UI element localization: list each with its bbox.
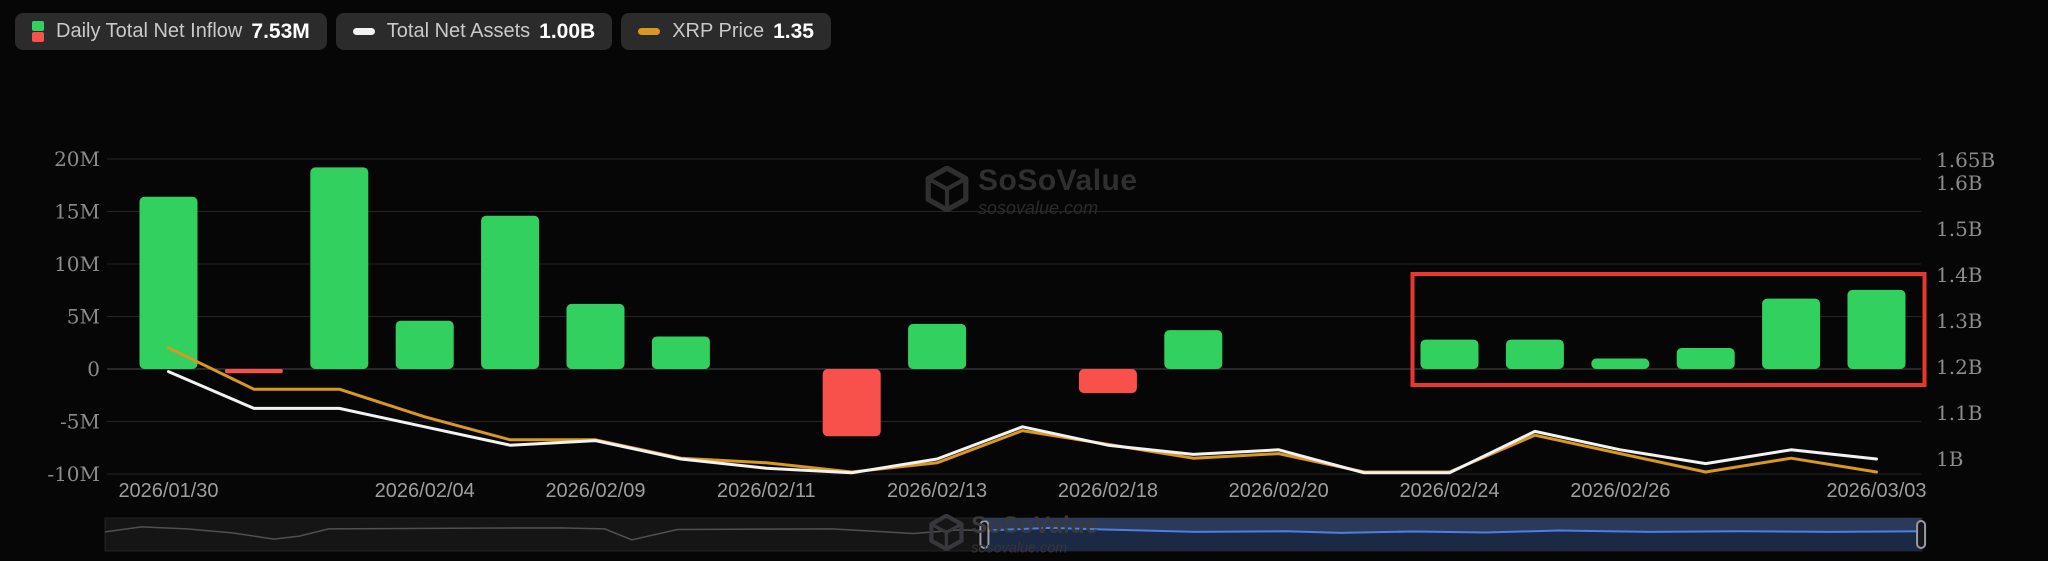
inflow-bar-negative[interactable]	[225, 369, 283, 373]
x-axis-tick: 2026/02/11	[717, 480, 816, 502]
legend-item-xrp-price[interactable]: XRP Price 1.35	[621, 13, 831, 50]
inflow-bar-positive[interactable]	[1164, 330, 1222, 369]
y-axis-tick-right: 1.3B	[1936, 309, 1983, 333]
y-axis-tick-right: 1.1B	[1936, 401, 1983, 425]
y-axis-tick-right: 1.6B	[1936, 171, 1983, 195]
inflow-bar-positive[interactable]	[1848, 290, 1906, 369]
navigator-handle-left[interactable]	[980, 521, 988, 548]
y-axis-tick-left: 0	[87, 357, 100, 381]
legend-item-daily-net-inflow[interactable]: Daily Total Net Inflow 7.53M	[15, 13, 327, 50]
inflow-bar-positive[interactable]	[1421, 340, 1479, 369]
y-axis-tick-left: 20M	[54, 147, 100, 171]
x-axis-tick: 2026/02/20	[1229, 480, 1329, 502]
chart-legend: Daily Total Net Inflow 7.53M Total Net A…	[15, 13, 831, 50]
y-axis-tick-right: 1.2B	[1936, 355, 1983, 379]
inflow-bar-positive[interactable]	[1506, 340, 1564, 369]
inflow-bar-positive[interactable]	[1677, 348, 1735, 369]
inflow-bar-positive[interactable]	[652, 336, 710, 369]
y-axis-tick-right: 1.5B	[1936, 217, 1983, 241]
legend-item-total-net-assets[interactable]: Total Net Assets 1.00B	[336, 13, 612, 50]
price-dash-icon	[638, 28, 660, 35]
legend-label: Total Net Assets	[387, 20, 530, 43]
xrp-etf-flow-chart-page: Daily Total Net Inflow 7.53M Total Net A…	[0, 0, 2048, 561]
inflow-bar-positive[interactable]	[310, 167, 368, 369]
inflow-bar-positive[interactable]	[1762, 299, 1820, 369]
x-axis-tick: 2026/02/26	[1570, 480, 1670, 502]
x-axis-tick: 2026/01/30	[118, 480, 218, 502]
x-axis-tick: 2026/02/13	[887, 480, 987, 502]
y-axis-tick-left: 15M	[54, 200, 100, 224]
assets-dash-icon	[353, 28, 375, 35]
x-axis-tick: 2026/02/24	[1399, 480, 1499, 502]
inflow-bar-positive[interactable]	[908, 324, 966, 369]
x-axis-tick: 2026/02/09	[545, 480, 645, 502]
inflow-bar-positive[interactable]	[481, 216, 539, 369]
y-axis-tick-right: 1B	[1936, 447, 1963, 471]
y-axis-tick-left: 10M	[54, 252, 100, 276]
inflow-bar-negative[interactable]	[1079, 369, 1137, 393]
x-axis-tick: 2026/03/03	[1826, 480, 1926, 502]
legend-value: 7.53M	[251, 20, 309, 44]
y-axis-tick-left: -10M	[47, 462, 100, 486]
inflow-bar-positive[interactable]	[140, 197, 198, 369]
chart-canvas: 20M 15M 10M 5M 0 -5M -10M 1.65B1.6B 1.5B 1.4B 1.3B…	[0, 0, 2048, 561]
inflow-bar-positive[interactable]	[1591, 359, 1649, 370]
y-axis-tick-right: 1.65B	[1936, 148, 1995, 172]
inflow-bar-negative[interactable]	[823, 369, 881, 436]
y-axis-tick-left: -5M	[60, 410, 100, 434]
legend-label: Daily Total Net Inflow	[56, 20, 242, 43]
inflow-bars-icon	[32, 21, 44, 42]
navigator-handle-right[interactable]	[1917, 521, 1925, 548]
legend-value: 1.00B	[539, 20, 595, 44]
x-axis-tick: 2026/02/18	[1058, 480, 1158, 502]
y-axis-tick-right: 1.4B	[1936, 263, 1983, 287]
legend-label: XRP Price	[672, 20, 764, 43]
x-axis-tick: 2026/02/04	[375, 480, 475, 502]
inflow-bar-positive[interactable]	[567, 304, 625, 369]
legend-value: 1.35	[773, 20, 814, 44]
inflow-bar-positive[interactable]	[396, 321, 454, 369]
y-axis-tick-left: 5M	[67, 305, 100, 329]
